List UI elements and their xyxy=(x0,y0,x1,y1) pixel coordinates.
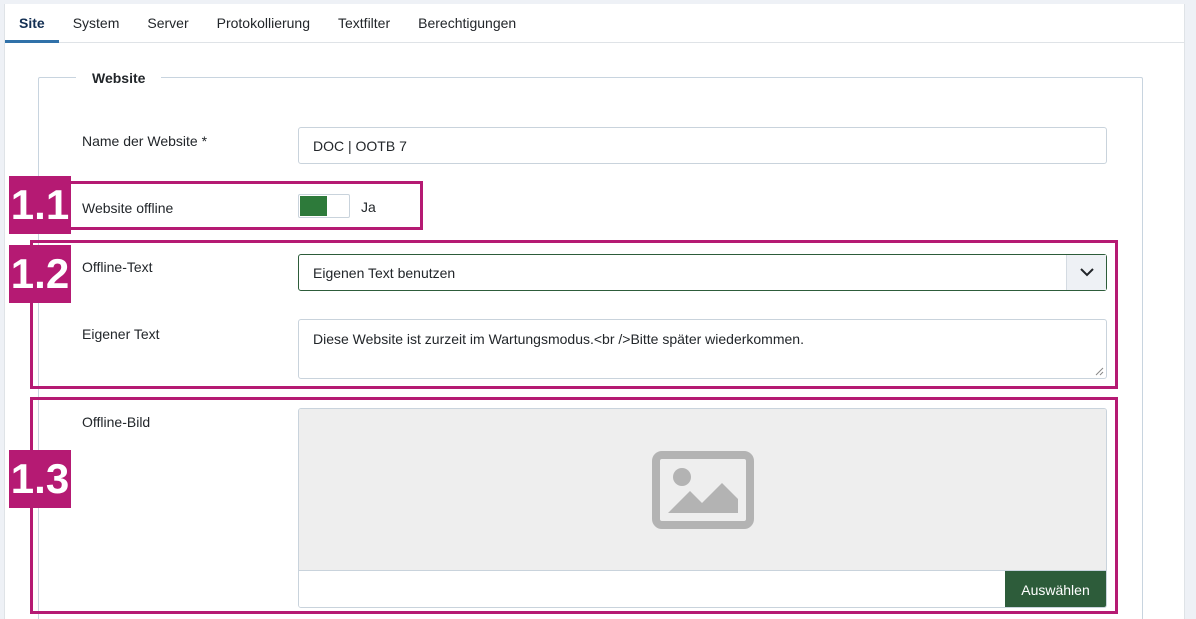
tab-site[interactable]: Site xyxy=(5,4,59,43)
callout-badge-1-3: 1.3 xyxy=(9,450,71,508)
callout-badge-1-1: 1.1 xyxy=(9,176,71,234)
site-name-input[interactable]: DOC | OOTB 7 xyxy=(298,127,1107,164)
callout-box-1-2 xyxy=(30,240,1118,389)
tab-textfilter[interactable]: Textfilter xyxy=(324,4,405,42)
callout-box-1-3 xyxy=(30,397,1118,614)
callout-box-1-1 xyxy=(30,181,423,230)
callout-badge-1-2: 1.2 xyxy=(9,245,71,303)
tab-logging[interactable]: Protokollierung xyxy=(202,4,324,42)
tab-system[interactable]: System xyxy=(58,4,134,42)
fieldset-legend: Website xyxy=(76,70,162,86)
site-name-label: Name der Website * xyxy=(82,133,208,149)
tab-bar: Site System Server Protokollierung Textf… xyxy=(5,4,1184,43)
tab-server[interactable]: Server xyxy=(133,4,203,42)
tab-permissions[interactable]: Berechtigungen xyxy=(404,4,531,42)
